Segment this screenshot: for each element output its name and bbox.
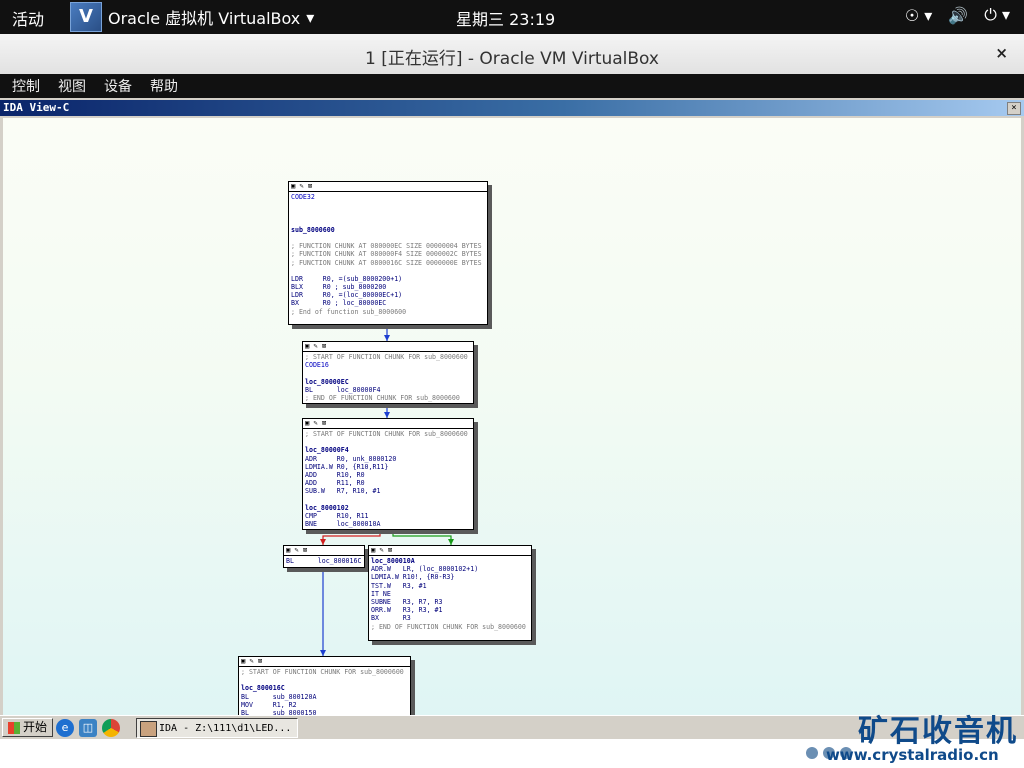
code-line[interactable]: ADR R0, unk_8000120: [305, 455, 471, 463]
taskbar-item-ida[interactable]: IDA - Z:\111\d1\LED...: [136, 718, 298, 738]
clock[interactable]: 星期三 23:19: [456, 6, 555, 30]
code-line[interactable]: ; END OF FUNCTION CHUNK FOR sub_8000600: [305, 394, 471, 402]
code-line[interactable]: CMP R10, R11: [305, 512, 471, 520]
volume-icon[interactable]: 🔊: [948, 6, 968, 25]
code-line[interactable]: ; END OF FUNCTION CHUNK FOR sub_8000600: [371, 623, 529, 631]
window-titlebar[interactable]: 1 [正在运行] - Oracle VM VirtualBox ×: [0, 34, 1024, 75]
window-title: 1 [正在运行] - Oracle VM VirtualBox: [365, 49, 659, 69]
graph-edge-false: [322, 531, 381, 545]
code-line[interactable]: LDMIA.W R10!, {R0-R3}: [371, 573, 529, 581]
menu-devices[interactable]: 设备: [104, 76, 132, 96]
power-icon[interactable]: ⏻ ▾: [984, 5, 1010, 25]
top-bar: 活动 V Oracle 虚拟机 VirtualBox ▾ 星期三 23:19 ☉…: [0, 0, 1024, 34]
menu-control[interactable]: 控制: [12, 76, 40, 96]
chevron-down-icon: ▾: [306, 7, 315, 27]
menu-help[interactable]: 帮助: [150, 76, 178, 96]
ida-close-icon[interactable]: ×: [1007, 102, 1021, 115]
vbox-menubar: 控制 视图 设备 帮助: [0, 74, 1024, 98]
code-line[interactable]: BLX R0 ; sub_8000200: [291, 283, 485, 291]
network-icon[interactable]: [806, 747, 818, 759]
code-line[interactable]: LDR R0, =(loc_80000EC+1): [291, 291, 485, 299]
code-line[interactable]: [291, 234, 485, 242]
graph-node[interactable]: ▣ ✎ ⊠; START OF FUNCTION CHUNK FOR sub_8…: [302, 418, 474, 530]
internet-explorer-icon[interactable]: e: [56, 719, 74, 737]
code-line[interactable]: [291, 267, 485, 275]
taskbar-item-label: IDA - Z:\111\d1\LED...: [159, 723, 292, 734]
node-header-icons[interactable]: ▣ ✎ ⊠: [284, 546, 364, 556]
node-header-icons[interactable]: ▣ ✎ ⊠: [289, 182, 487, 192]
code-line[interactable]: ADD R11, R0: [305, 479, 471, 487]
code-line[interactable]: ; START OF FUNCTION CHUNK FOR sub_800060…: [305, 353, 471, 361]
code-line[interactable]: BL sub_800120A: [241, 693, 408, 701]
node-header-icons[interactable]: ▣ ✎ ⊠: [303, 419, 473, 429]
code-line[interactable]: loc_80000F4: [305, 446, 471, 454]
graph-node[interactable]: ▣ ✎ ⊠; START OF FUNCTION CHUNK FOR sub_8…: [302, 341, 474, 404]
code-line[interactable]: BX R3: [371, 614, 529, 622]
code-line[interactable]: [305, 369, 471, 377]
windows-logo-icon: [8, 721, 20, 734]
code-line[interactable]: MOV R1, R2: [241, 701, 408, 709]
code-line[interactable]: [291, 201, 485, 209]
ida-view-titlebar: IDA View-C ×: [0, 100, 1024, 116]
desktop-icon[interactable]: ◫: [79, 719, 97, 737]
code-line[interactable]: sub_8000600: [291, 226, 485, 234]
code-line[interactable]: BL loc_80000F4: [305, 386, 471, 394]
code-line[interactable]: ; START OF FUNCTION CHUNK FOR sub_800060…: [241, 668, 408, 676]
code-line[interactable]: CODE32: [291, 193, 485, 201]
code-line[interactable]: TST.W R3, #1: [371, 582, 529, 590]
code-line[interactable]: ; FUNCTION CHUNK AT 0800016C SIZE 000000…: [291, 259, 485, 267]
graph-node[interactable]: ▣ ✎ ⊠ BL loc_800016C: [283, 545, 365, 568]
close-icon[interactable]: ×: [995, 44, 1008, 62]
code-line[interactable]: CODE16: [305, 361, 471, 369]
code-line[interactable]: SUBNE R3, R7, R3: [371, 598, 529, 606]
watermark-url: www.crystalradio.cn: [826, 746, 999, 764]
code-line[interactable]: loc_80000EC: [305, 378, 471, 386]
menu-view[interactable]: 视图: [58, 76, 86, 96]
code-line[interactable]: BNE loc_800010A: [305, 520, 471, 528]
graph-node[interactable]: ▣ ✎ ⊠ CODE32 sub_8000600 ; FUNCTION CHUNK A…: [288, 181, 488, 325]
ida-icon: [140, 721, 157, 737]
code-line[interactable]: [291, 209, 485, 217]
node-header-icons[interactable]: ▣ ✎ ⊠: [303, 342, 473, 352]
code-line[interactable]: BX R0 ; loc_80000EC: [291, 299, 485, 307]
accessibility-icon[interactable]: ☉ ▾: [905, 6, 932, 25]
code-line[interactable]: SUB.W R7, R10, #1: [305, 487, 471, 495]
code-line[interactable]: ; FUNCTION CHUNK AT 080000F4 SIZE 000000…: [291, 250, 485, 258]
code-line[interactable]: BL loc_800016C: [286, 557, 362, 565]
code-line[interactable]: ADR.W LR, (loc_8000102+1): [371, 565, 529, 573]
chrome-icon[interactable]: [102, 719, 120, 737]
code-line[interactable]: [305, 496, 471, 504]
graph-node[interactable]: ▣ ✎ ⊠ loc_800010A ADR.W LR, (loc_8000102+1…: [368, 545, 532, 641]
code-line[interactable]: LDR R0, =(sub_8000200+1): [291, 275, 485, 283]
code-line[interactable]: LDMIA.W R0, {R10,R11}: [305, 463, 471, 471]
start-label: 开始: [23, 720, 48, 734]
app-menu[interactable]: V Oracle 虚拟机 VirtualBox ▾: [70, 2, 314, 32]
code-line[interactable]: IT NE: [371, 590, 529, 598]
code-line[interactable]: ; FUNCTION CHUNK AT 080000EC SIZE 000000…: [291, 242, 485, 250]
node-header-icons[interactable]: ▣ ✎ ⊠: [369, 546, 531, 556]
ida-view-title: IDA View-C: [3, 101, 70, 114]
code-line[interactable]: loc_8000102: [305, 504, 471, 512]
code-line[interactable]: loc_800016C: [241, 684, 408, 692]
code-line[interactable]: loc_800010A: [371, 557, 529, 565]
code-line[interactable]: ORR.W R3, R3, #1: [371, 606, 529, 614]
activities-button[interactable]: 活动: [12, 6, 44, 30]
virtualbox-icon: V: [70, 2, 102, 32]
node-header-icons[interactable]: ▣ ✎ ⊠: [239, 657, 410, 667]
code-line[interactable]: ; End of function sub_8000600: [291, 308, 485, 316]
graph-edge-true: [392, 531, 452, 545]
code-line[interactable]: ADD R10, R0: [305, 471, 471, 479]
watermark-logo: 矿石收音机: [858, 714, 1018, 749]
graph-node[interactable]: ▣ ✎ ⊠; START OF FUNCTION CHUNK FOR sub_8…: [238, 656, 411, 715]
start-button[interactable]: 开始: [2, 718, 54, 737]
code-line[interactable]: ; START OF FUNCTION CHUNK FOR sub_800060…: [305, 430, 471, 438]
code-line[interactable]: [305, 438, 471, 446]
vm-screen[interactable]: IDA View-C × ▣ ✎ ⊠ CODE32 sub_8000600; FUN…: [0, 98, 1024, 768]
app-menu-label: Oracle 虚拟机 VirtualBox: [108, 9, 301, 28]
code-line[interactable]: [241, 676, 408, 684]
ida-graph-view[interactable]: ▣ ✎ ⊠ CODE32 sub_8000600; FUNCTION CHUNK A…: [3, 118, 1021, 715]
code-line[interactable]: [291, 218, 485, 226]
